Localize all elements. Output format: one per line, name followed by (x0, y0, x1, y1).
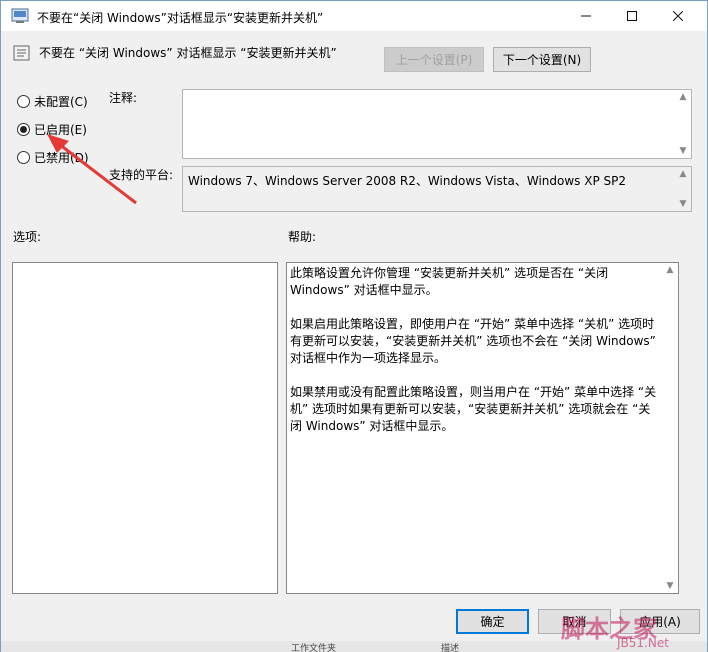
close-icon (673, 11, 683, 21)
comment-textarea[interactable]: ▲ ▼ (182, 89, 692, 159)
supported-platforms-value: Windows 7、Windows Server 2008 R2、Windows… (188, 174, 627, 188)
radio-disabled-circle[interactable] (17, 151, 30, 164)
title-bar[interactable]: 不要在“关闭 Windows”对话框显示“安装更新并关机” (1, 1, 707, 31)
radio-not-configured[interactable]: 未配置(C) (17, 93, 88, 110)
background-item-2: 描述 (441, 644, 460, 652)
scroll-up-icon[interactable]: ▲ (678, 92, 688, 102)
window-title: 不要在“关闭 Windows”对话框显示“安装更新并关机” (37, 11, 324, 25)
help-label: 帮助: (288, 230, 317, 244)
background-item-1: 工作文件夹 (291, 644, 337, 652)
help-paragraph-3: 如果禁用或没有配置此策略设置，则当用户在 “开始” 菜单中选择 “关机” 选项时… (290, 385, 657, 433)
comment-label: 注释: (109, 91, 138, 105)
minimize-icon (581, 15, 591, 17)
options-panel (12, 262, 278, 594)
radio-enabled-circle[interactable] (17, 123, 30, 136)
scroll-up-icon[interactable]: ▲ (665, 265, 675, 275)
help-paragraph-1: 此策略设置允许你管理 “安装更新并关机” 选项是否在 “关闭 Windows” … (290, 266, 609, 297)
supported-platforms-label: 支持的平台: (109, 168, 174, 182)
maximize-button[interactable] (609, 1, 655, 31)
ok-button[interactable]: 确定 (456, 609, 529, 634)
radio-not-configured-circle[interactable] (17, 95, 30, 108)
scroll-up-icon[interactable]: ▲ (678, 169, 688, 179)
close-button[interactable] (655, 1, 701, 31)
policy-title: 不要在 “关闭 Windows” 对话框显示 “安装更新并关机” (39, 46, 337, 60)
comment-scrollbar[interactable]: ▲ ▼ (675, 90, 691, 158)
supported-scrollbar[interactable]: ▲ ▼ (675, 167, 691, 211)
help-panel[interactable]: 此策略设置允许你管理 “安装更新并关机” 选项是否在 “关闭 Windows” … (286, 262, 679, 594)
help-scrollbar[interactable]: ▲ ▼ (662, 263, 678, 593)
supported-platforms-box: Windows 7、Windows Server 2008 R2、Windows… (182, 166, 692, 212)
policy-app-icon (11, 8, 29, 23)
help-text: 此策略设置允许你管理 “安装更新并关机” 选项是否在 “关闭 Windows” … (290, 265, 662, 452)
policy-dialog: 不要在“关闭 Windows”对话框显示“安装更新并关机” 不要在 “关闭 Wi… (0, 0, 708, 652)
scroll-down-icon[interactable]: ▼ (665, 581, 675, 591)
maximize-icon (627, 11, 637, 21)
previous-setting-button[interactable]: 上一个设置(P) (384, 47, 484, 72)
scroll-down-icon[interactable]: ▼ (678, 199, 688, 209)
next-setting-button[interactable]: 下一个设置(N) (493, 47, 591, 72)
watermark-site: JB51.Net (617, 636, 669, 650)
policy-setting-icon (13, 45, 30, 61)
options-label: 选项: (13, 230, 42, 244)
scroll-down-icon[interactable]: ▼ (678, 146, 688, 156)
radio-not-configured-label: 未配置(C) (34, 95, 88, 109)
minimize-button[interactable] (563, 1, 609, 31)
help-paragraph-2: 如果启用此策略设置，即使用户在 “开始” 菜单中选择 “关机” 选项时有更新可以… (290, 317, 656, 365)
